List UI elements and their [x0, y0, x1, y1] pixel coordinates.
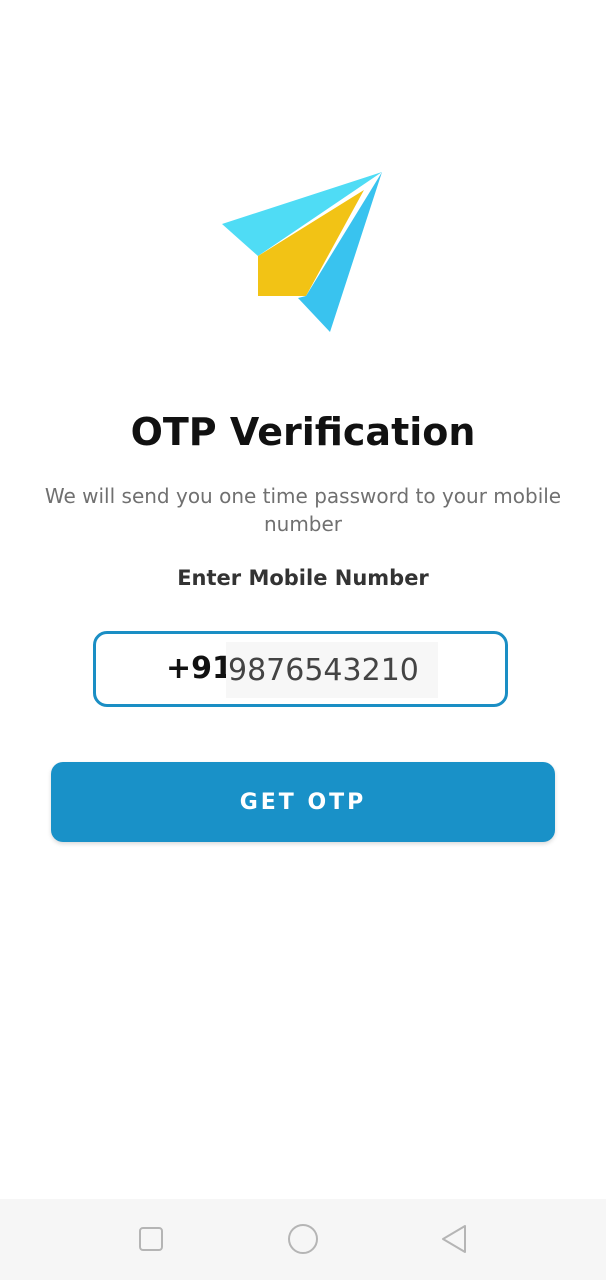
- get-otp-button[interactable]: GET OTP: [51, 762, 555, 842]
- page-title: OTP Verification: [130, 410, 476, 454]
- subtitle-text: We will send you one time password to yo…: [44, 484, 562, 536]
- paper-plane-logo-icon: [222, 172, 382, 332]
- circle-icon[interactable]: [283, 1219, 323, 1259]
- back-triangle-icon[interactable]: [435, 1219, 475, 1259]
- square-icon[interactable]: [131, 1219, 171, 1259]
- mobile-number-input[interactable]: [226, 642, 438, 698]
- mobile-number-label: Enter Mobile Number: [177, 566, 429, 590]
- phone-input-box[interactable]: +91: [93, 631, 508, 707]
- country-code: +91: [166, 651, 233, 686]
- system-nav-bar: [0, 1199, 606, 1280]
